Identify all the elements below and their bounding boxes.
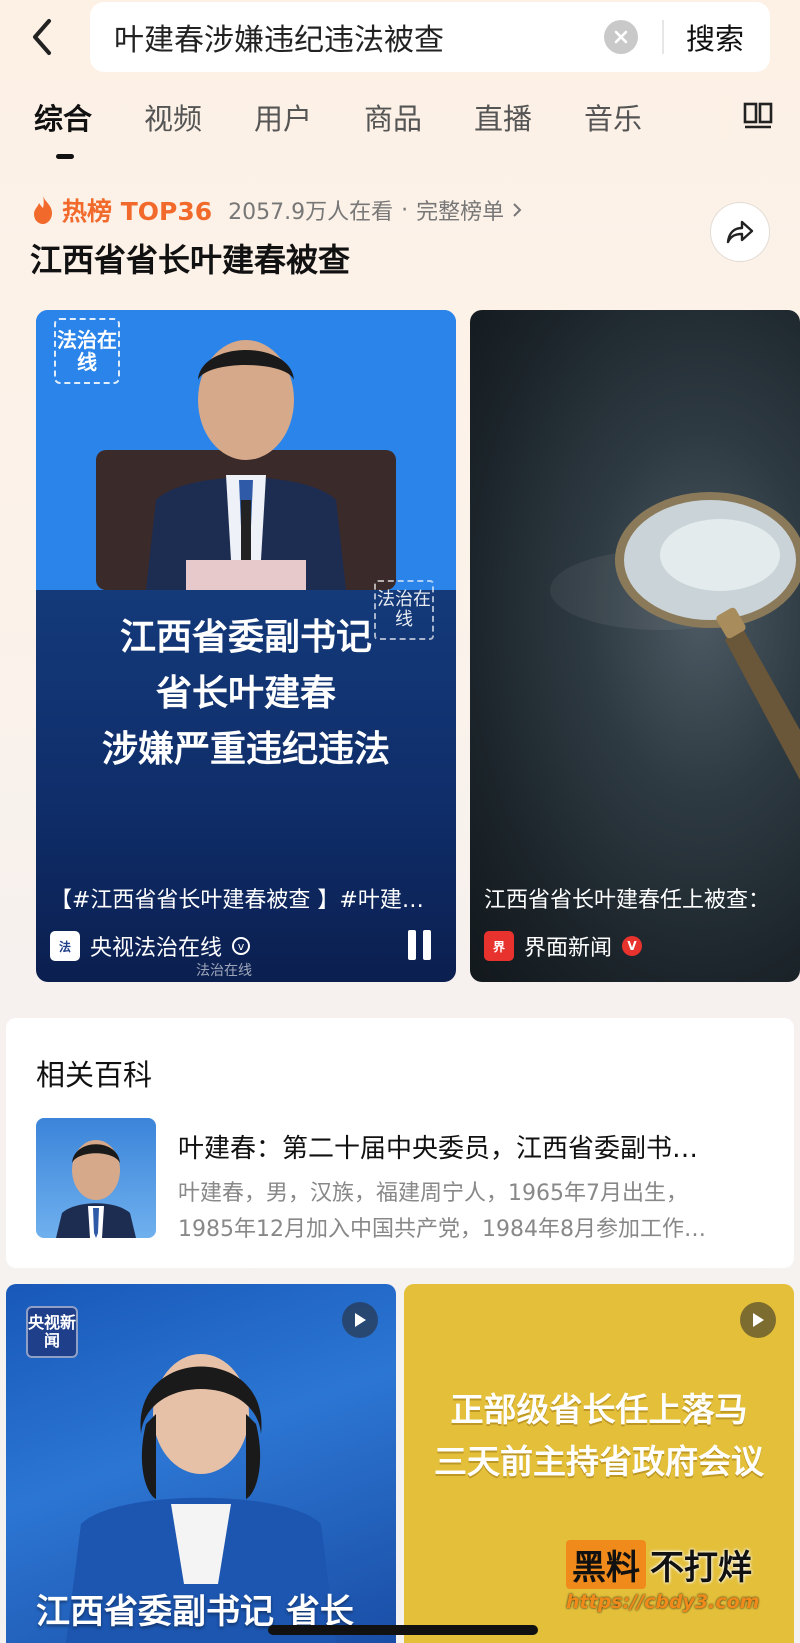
back-button[interactable] xyxy=(22,12,62,62)
encyclopedia-card[interactable]: 相关百科 叶建春：第二十届中央委员，江西省委副书… 叶建春，男，汉族，福建周宁人… xyxy=(6,1018,794,1268)
flame-icon xyxy=(34,196,52,224)
video-caption: 【#江西省省长叶建春被查 】#叶建… xyxy=(50,888,424,913)
tab-fade xyxy=(700,92,730,140)
tab-music[interactable]: 音乐 xyxy=(584,96,642,138)
tab-video[interactable]: 视频 xyxy=(144,96,202,138)
hot-list-row[interactable]: 热榜 TOP36 2057.9万人在看 · 完整榜单 xyxy=(30,190,522,230)
video-source[interactable]: 法 央视法治在线 v xyxy=(50,930,251,962)
search-box[interactable]: 叶建春涉嫌违纪违法被查 搜索 xyxy=(90,2,770,72)
video-overlay-text: 江西省委副书记 省长叶建春 涉嫌严重违纪违法 xyxy=(36,610,456,778)
search-input[interactable]: 叶建春涉嫌违纪违法被查 xyxy=(114,15,604,59)
cctv-news-logo: 央视新闻 xyxy=(26,1306,78,1358)
portrait-photo xyxy=(36,1118,156,1238)
share-icon xyxy=(726,220,754,244)
video-card-2[interactable]: 江西省省长叶建春任上被查： 界 界面新闻 V xyxy=(470,310,800,982)
chevron-right-icon xyxy=(513,203,522,217)
category-tabs: 综合 视频 用户 商品 直播 音乐 xyxy=(0,92,800,162)
search-header: 叶建春涉嫌违纪违法被查 搜索 xyxy=(0,0,800,80)
grid-icon xyxy=(743,102,773,129)
description-line-1: 叶建春，男，汉族，福建周宁人，1965年7月出生， xyxy=(178,1181,688,1206)
source-avatar-icon: 界 xyxy=(484,931,514,961)
verified-icon: V xyxy=(622,936,643,956)
video-source[interactable]: 界 界面新闻 V xyxy=(484,930,643,962)
channel-logo-text: 法治在线 xyxy=(57,328,117,374)
headline-line-2: 三天前主持省政府会议 xyxy=(434,1442,764,1481)
source-avatar-icon: 法 xyxy=(50,931,80,961)
grid-video-card-1[interactable]: 央视新闻 江西省委副书记 省长 xyxy=(6,1284,396,1643)
clear-icon[interactable] xyxy=(603,20,638,54)
watermark-rest: 不打烊 xyxy=(650,1548,752,1588)
encyclopedia-description: 叶建春，男，汉族，福建周宁人，1965年7月出生， 1985年12月加入中国共产… xyxy=(178,1176,758,1248)
watermark-url: https://cbdy3.com xyxy=(566,1591,760,1613)
channel-logo: 法治在线 xyxy=(54,318,120,384)
pause-button[interactable] xyxy=(408,930,438,964)
tab-users[interactable]: 用户 xyxy=(254,96,312,138)
tab-products[interactable]: 商品 xyxy=(364,96,422,138)
encyclopedia-header: 相关百科 xyxy=(36,1058,153,1092)
video-card-1[interactable]: 法治在线 法治在线 江西省委副书记 省长叶建春 涉嫌严重违纪违法 【#江西省省长… xyxy=(36,310,456,982)
hot-list-rank: 热榜 TOP36 xyxy=(62,197,213,226)
verified-icon: v xyxy=(232,937,251,955)
headline-line-1: 正部级省长任上落马 xyxy=(450,1390,748,1429)
encyclopedia-title[interactable]: 叶建春：第二十届中央委员，江西省委副书… xyxy=(178,1128,758,1165)
separator-dot: · xyxy=(401,197,409,223)
overlay-line-1: 江西省委副书记 xyxy=(119,617,372,658)
play-icon[interactable] xyxy=(740,1302,776,1338)
overlay-line-3: 涉嫌严重违纪违法 xyxy=(101,729,390,770)
full-list-link[interactable]: 完整榜单 xyxy=(416,194,504,226)
tab-more-button[interactable] xyxy=(730,96,786,136)
video-headline: 正部级省长任上落马 三天前主持省政府会议 xyxy=(404,1384,794,1488)
search-button[interactable]: 搜索 xyxy=(664,16,770,58)
tab-comprehensive[interactable]: 综合 xyxy=(34,96,92,138)
video-caption: 江西省省长叶建春任上被查： xyxy=(484,888,771,913)
watermark-black: 黑料 xyxy=(566,1540,646,1589)
site-watermark: 黑料 不打烊 https://cbdy3.com xyxy=(566,1540,786,1613)
source-name: 央视法治在线 xyxy=(90,936,223,961)
source-name: 界面新闻 xyxy=(524,936,613,961)
share-button[interactable] xyxy=(710,202,770,262)
overlay-line-2: 省长叶建春 xyxy=(155,673,336,714)
home-indicator[interactable] xyxy=(268,1625,538,1635)
active-tab-indicator xyxy=(56,154,74,159)
topic-title[interactable]: 江西省省长叶建春被查 xyxy=(30,235,350,281)
magnifier-image xyxy=(550,492,800,780)
viewer-count: 2057.9万人在看 xyxy=(228,200,394,225)
play-icon[interactable] xyxy=(342,1302,378,1338)
back-arrow-icon xyxy=(33,19,51,55)
description-line-2: 1985年12月加入中国共产党，1984年8月参加工作… xyxy=(178,1217,706,1242)
tab-live[interactable]: 直播 xyxy=(474,96,532,138)
footer-watermark: 法治在线 xyxy=(196,963,252,979)
